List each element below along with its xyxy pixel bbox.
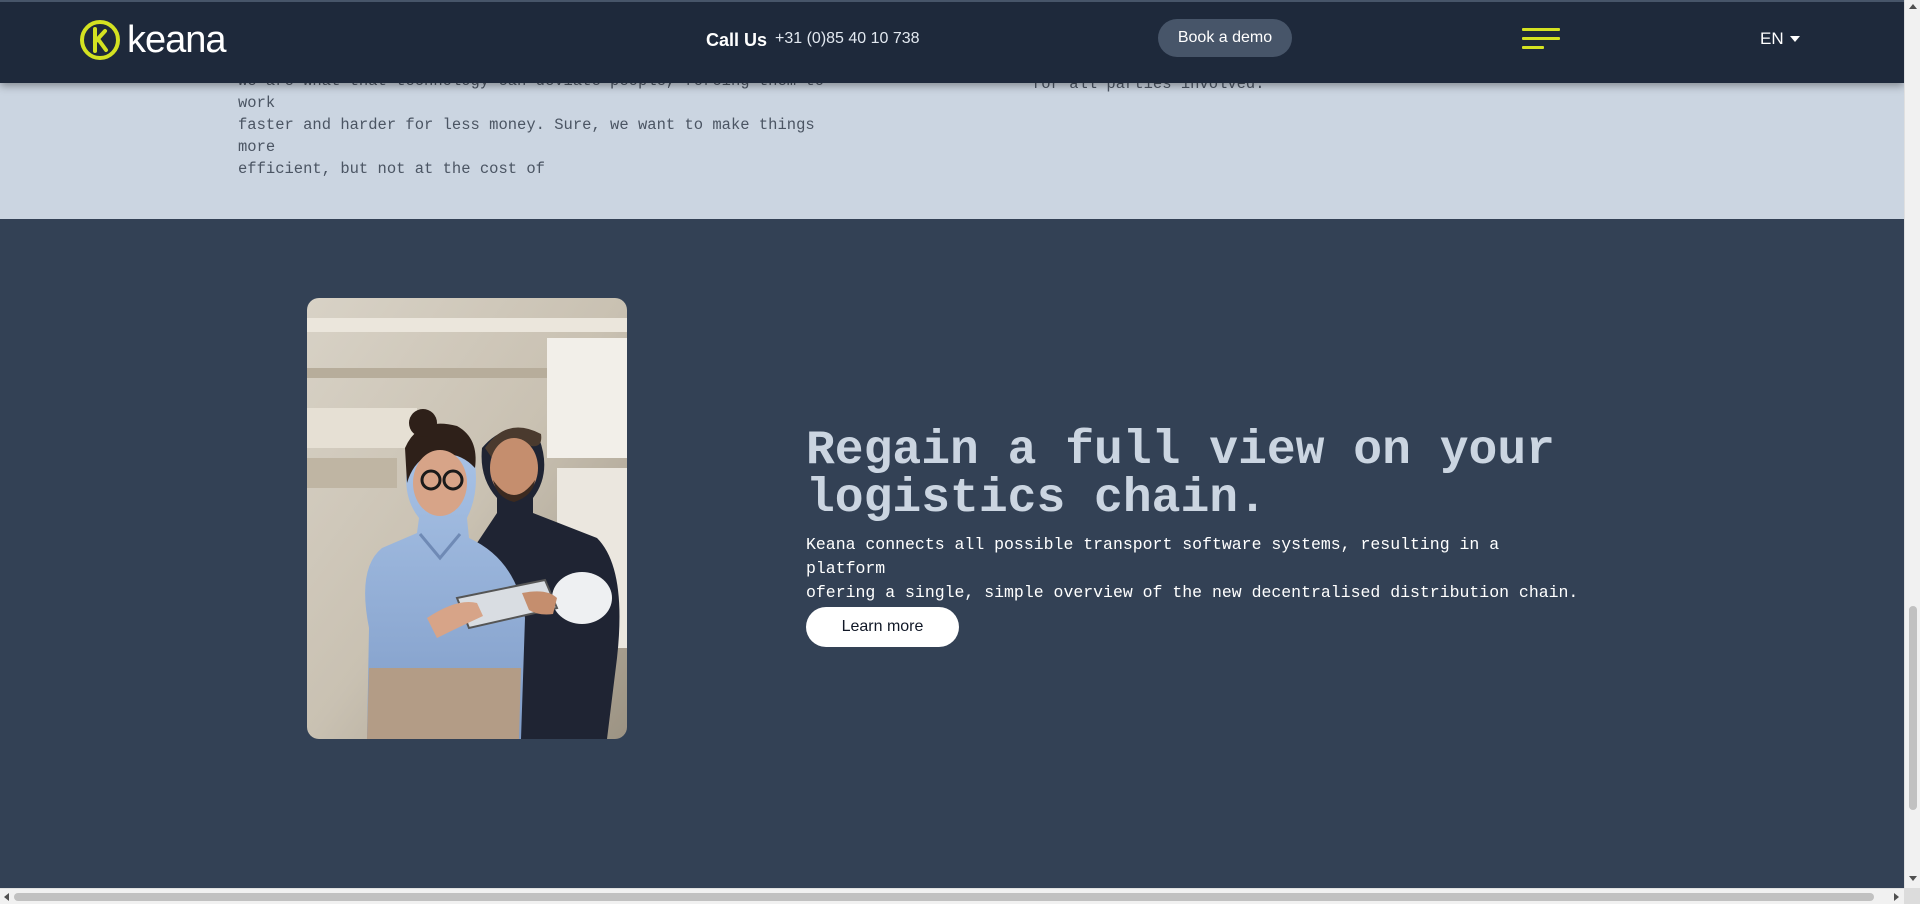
feature-title-line: Regain a full view on your: [806, 424, 1555, 478]
phone-number-link[interactable]: +31 (0)85 40 10 738: [775, 30, 920, 48]
feature-description-line: ofering a single, simple overview of the…: [806, 583, 1579, 602]
intro-left-text: We are what that technology can deviate …: [238, 70, 858, 180]
scroll-down-arrow-icon[interactable]: [1909, 876, 1917, 881]
vertical-scrollbar-thumb[interactable]: [1909, 606, 1917, 810]
feature-title: Regain a full view on your logistics cha…: [806, 427, 1626, 523]
intro-left-line: faster and harder for less money. Sure, …: [238, 116, 815, 156]
feature-description: Keana connects all possible transport so…: [806, 533, 1586, 605]
vertical-scrollbar[interactable]: [1904, 0, 1920, 888]
keana-logo[interactable]: keana: [79, 18, 227, 62]
keana-logo-icon: [80, 20, 120, 60]
site-header: keana Call Us +31 (0)85 40 10 738 Book a…: [0, 0, 1904, 83]
call-us-label: Call Us: [706, 30, 768, 50]
page: We are what that technology can deviate …: [0, 0, 1904, 888]
scrollbar-corner: [1904, 888, 1920, 904]
learn-more-button[interactable]: Learn more: [806, 607, 959, 647]
horizontal-scrollbar[interactable]: [0, 888, 1904, 904]
feature-description-line: Keana connects all possible transport so…: [806, 535, 1500, 578]
book-demo-button[interactable]: Book a demo: [1158, 19, 1292, 57]
feature-photo: [307, 298, 627, 739]
warehouse-photo-image: [307, 298, 627, 739]
horizontal-scrollbar-thumb[interactable]: [14, 893, 1874, 901]
intro-left-line: efficient, but not at the cost of: [238, 160, 545, 178]
scroll-left-arrow-icon[interactable]: [4, 893, 9, 901]
logo-text: keana: [127, 19, 227, 61]
language-label: EN: [1760, 29, 1784, 48]
hamburger-menu-icon[interactable]: [1522, 28, 1564, 54]
feature-title-line: logistics chain.: [806, 472, 1267, 526]
language-selector[interactable]: EN: [1760, 29, 1800, 49]
scroll-right-arrow-icon[interactable]: [1894, 893, 1899, 901]
feature-section: Regain a full view on your logistics cha…: [0, 219, 1904, 888]
scroll-up-arrow-icon[interactable]: [1909, 4, 1917, 9]
caret-down-icon: [1789, 36, 1800, 42]
